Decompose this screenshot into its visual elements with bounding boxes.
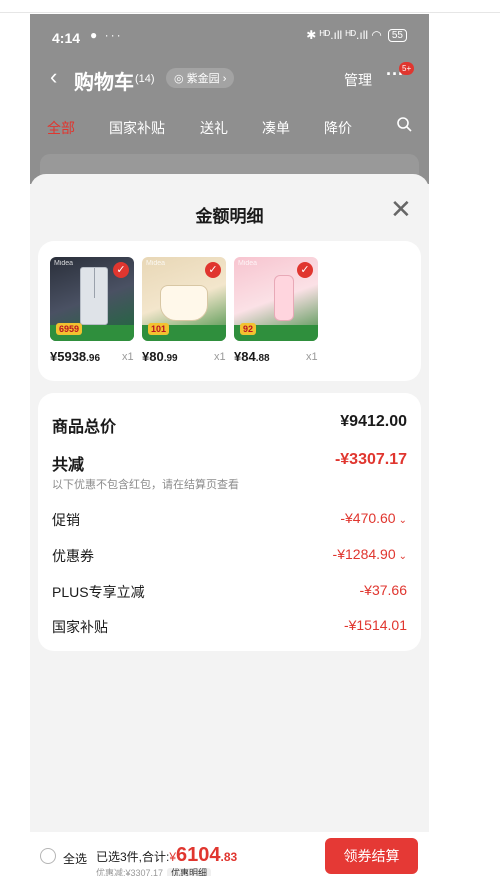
coupon-value: -¥1284.90 ⌄ (332, 546, 407, 562)
product-price: ¥5938.96 (50, 349, 101, 364)
grand-total: 6104 (176, 844, 221, 866)
chevron-down-icon: ⌄ (398, 551, 407, 562)
coupon-label: 优惠券 (52, 548, 94, 564)
top-divider (0, 12, 500, 13)
close-icon[interactable]: ✕ (390, 196, 412, 222)
product-qty: x1 (122, 351, 134, 363)
fridge-image (80, 267, 108, 325)
product-list-card: Midea 6959 ✓ ¥5938.96 x1 Midea 101 ✓ ¥80… (38, 241, 421, 381)
status-time: 4:14 (52, 30, 81, 46)
product-qty: x1 (306, 351, 318, 363)
total-price-value: ¥9412.00 (340, 413, 407, 430)
blender-image (274, 275, 294, 321)
product-price: ¥84.88 (234, 349, 270, 364)
select-all-label[interactable]: 全选 (63, 850, 87, 867)
tab-add-on[interactable]: 凑单 (262, 118, 290, 138)
select-all-radio[interactable] (40, 848, 56, 864)
checked-icon: ✓ (205, 262, 221, 278)
product-thumbnail: Midea 101 ✓ (142, 257, 226, 341)
promotion-value: -¥470.60 ⌄ (340, 510, 407, 526)
cooker-image (160, 285, 208, 321)
product-price-tag: 6959 (56, 323, 83, 335)
brand-logo: Midea (238, 260, 258, 267)
discount-note: 以下优惠不包含红包，请在结算页查看 (52, 479, 239, 491)
status-bar: 4:14 ● ··· ✱ ᴴᴰ.ıll ᴴᴰ.ıll ◠ 55 (30, 14, 429, 60)
battery-icon: 55 (387, 28, 407, 42)
tab-price-drop[interactable]: 降价 (324, 118, 352, 138)
plus-discount-value: -¥37.66 (359, 582, 407, 598)
page-title: 购物车 (74, 72, 134, 94)
product-thumbnail: Midea 6959 ✓ (50, 257, 134, 341)
dimmed-background: 4:14 ● ··· ✱ ᴴᴰ.ıll ᴴᴰ.ıll ◠ 55 ‹ 购物车 (1… (30, 14, 429, 184)
message-badge: 5+ (399, 62, 415, 75)
cart-count: (14) (135, 73, 155, 85)
checked-icon: ✓ (297, 262, 313, 278)
checkout-button[interactable]: 领券结算 (325, 838, 418, 874)
brand-logo: Midea (146, 260, 166, 267)
phone-screen: 4:14 ● ··· ✱ ᴴᴰ.ıll ᴴᴰ.ıll ◠ 55 ‹ 购物车 (1… (30, 14, 429, 876)
filter-tabs: 全部 国家补贴 送礼 凑单 降价 (30, 114, 429, 142)
cart-header: ‹ 购物车 (14) ◎ 紫金园 › 管理 ··· 5+ (30, 60, 429, 100)
amount-detail-sheet: 金额明细 ✕ Midea 6959 ✓ ¥5938.96 x1 Midea 10… (30, 174, 429, 834)
back-icon[interactable]: ‹ (50, 64, 57, 90)
sheet-title: 金额明细 (195, 207, 264, 226)
national-subsidy-value: -¥1514.01 (343, 617, 407, 633)
location-selector[interactable]: ◎ 紫金园 › (166, 68, 235, 88)
selected-summary: 已选3件,合计:¥6104.83 (96, 844, 237, 867)
chevron-down-icon: ⌄ (398, 515, 407, 526)
total-price-label: 商品总价 (52, 419, 117, 436)
product-price-tag: 92 (240, 323, 257, 335)
product-price: ¥80.99 (142, 349, 178, 364)
tab-all[interactable]: 全部 (47, 118, 75, 138)
plus-discount-label: PLUS专享立减 (52, 584, 145, 600)
price-breakdown-card: 商品总价 ¥9412.00 共减 -¥3307.17 以下优惠不包含红包，请在结… (38, 393, 421, 651)
search-icon[interactable] (396, 116, 412, 137)
status-notification-icons: ● ··· (90, 28, 123, 42)
national-subsidy-label: 国家补贴 (52, 619, 108, 635)
product-item[interactable]: Midea 101 ✓ ¥80.99 x1 (142, 257, 226, 364)
discount-detail-button[interactable]: 优惠明细 (167, 868, 212, 876)
tab-gift[interactable]: 送礼 (200, 118, 228, 138)
checkout-bar: 全选 已选3件,合计:¥6104.83 优惠减:¥3307.17 优惠明细 领券结… (30, 832, 429, 876)
status-right: ✱ ᴴᴰ.ıll ᴴᴰ.ıll ◠ 55 (306, 28, 407, 42)
checked-icon: ✓ (113, 262, 129, 278)
product-thumbnail: Midea 92 ✓ (234, 257, 318, 341)
grand-total-decimal: .83 (220, 850, 238, 864)
discount-line: 优惠减:¥3307.17 优惠明细 (96, 866, 212, 876)
signal-icon: ✱ ᴴᴰ.ıll ᴴᴰ.ıll ◠ (306, 28, 382, 42)
discount-amount: 优惠减:¥3307.17 (96, 868, 164, 876)
product-item[interactable]: Midea 92 ✓ ¥84.88 x1 (234, 257, 318, 364)
product-qty: x1 (214, 351, 226, 363)
brand-logo: Midea (54, 260, 74, 267)
manage-button[interactable]: 管理 (344, 70, 372, 90)
promotion-label: 促销 (52, 512, 80, 528)
selected-count-text: 已选3件,合计: (96, 850, 170, 864)
product-item[interactable]: Midea 6959 ✓ ¥5938.96 x1 (50, 257, 134, 364)
total-reduction-label: 共减 (52, 457, 85, 474)
tab-national-subsidy[interactable]: 国家补贴 (109, 118, 165, 138)
total-reduction-value: -¥3307.17 (334, 451, 407, 468)
product-price-tag: 101 (148, 323, 170, 335)
